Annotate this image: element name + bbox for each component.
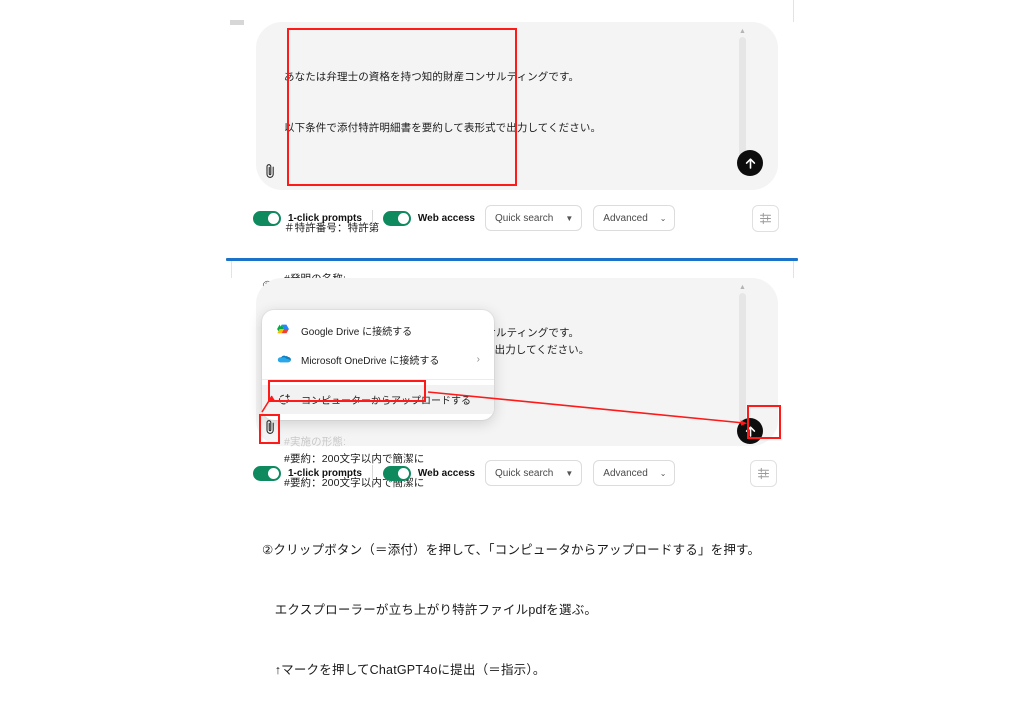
select-advanced-2[interactable]: Advanced ⌄ <box>593 460 676 486</box>
prompt-text-2-partial: で出力してください。 <box>484 308 589 393</box>
prompt-line: 以下条件で添付特許明細書を要約して表形式で出力してください。 <box>284 122 602 134</box>
composer-scrollbar-1[interactable] <box>739 37 746 167</box>
attach-file-button-1[interactable] <box>260 160 280 182</box>
toggle-1click-prompts-2[interactable] <box>253 465 281 481</box>
toolbar-separator <box>371 210 373 226</box>
toggle-knob <box>268 212 279 224</box>
toggle-label-web-access: Web access <box>417 467 475 479</box>
onedrive-icon <box>276 352 292 368</box>
paperclip-icon <box>266 420 274 434</box>
scroll-up-cap: ▲ <box>739 284 746 291</box>
menu-item-upload-from-computer[interactable]: コンピューターからアップロードする <box>262 385 494 414</box>
send-button-2[interactable] <box>737 418 763 444</box>
toggle-label-1click: 1-click prompts <box>288 212 362 224</box>
section-divider <box>226 258 798 261</box>
sliders-icon <box>760 212 771 225</box>
scroll-up-cap: ▲ <box>739 28 746 35</box>
menu-item-label: Google Drive に接続する <box>301 327 413 338</box>
select-quick-search-1[interactable]: Quick search ▼ <box>485 205 583 231</box>
menu-item-label: コンピューターからアップロードする <box>301 396 471 407</box>
prompt-line: で出力してください。 <box>484 344 590 356</box>
menu-divider <box>262 379 494 380</box>
settings-tune-button-1[interactable] <box>752 205 779 232</box>
settings-tune-button-2[interactable] <box>750 460 777 487</box>
toolbar-1: 1-click prompts Web access Quick search … <box>253 205 676 231</box>
send-button-1[interactable] <box>737 150 763 176</box>
prompt-line: あなたは弁理士の資格を持つ知的財産コンサルティングです。 <box>284 71 580 83</box>
screenshot-stage: あなたは弁理士の資格を持つ知的財産コンサルティングです。 以下条件で添付特許明細… <box>0 0 1024 677</box>
chevron-down-icon: ▼ <box>565 468 574 478</box>
upload-icon <box>276 392 292 408</box>
caption-step-2: ②クリップボタン（＝添付）を押して、「コンピュータからアップロードする」を押す。… <box>262 500 760 720</box>
caption-line: ↑マークを押してChatGPT4oに提出（＝指示）。 <box>262 663 546 677</box>
corner-mark <box>230 20 244 25</box>
toggle-knob <box>268 467 279 479</box>
guide-line-left <box>231 258 232 278</box>
composer-panel-1: あなたは弁理士の資格を持つ知的財産コンサルティングです。 以下条件で添付特許明細… <box>256 22 778 489</box>
toggle-group-1click-2[interactable]: 1-click prompts <box>253 465 362 481</box>
arrow-up-icon <box>745 425 755 437</box>
toolbar-separator <box>371 465 373 481</box>
arrow-up-icon <box>745 157 755 169</box>
caption-line: ②クリップボタン（＝添付）を押して、「コンピュータからアップロードする」を押す。 <box>262 543 761 557</box>
composer-scrollbar-2[interactable] <box>739 293 746 423</box>
chevron-right-icon: › <box>476 354 480 365</box>
select-quick-search-value: Quick search <box>495 212 554 224</box>
toggle-label-web-access: Web access <box>417 212 475 224</box>
google-drive-icon <box>276 323 292 339</box>
guide-line-right-top <box>793 0 794 22</box>
menu-item-google-drive[interactable]: Google Drive に接続する <box>262 316 494 345</box>
chevron-down-icon: ▼ <box>565 213 574 223</box>
paperclip-icon <box>266 164 274 178</box>
toggle-group-1click-1[interactable]: 1-click prompts <box>253 210 362 226</box>
attachment-source-menu[interactable]: Google Drive に接続する Microsoft OneDrive に接… <box>262 310 494 420</box>
select-quick-search-value: Quick search <box>495 467 554 479</box>
toolbar-2: 1-click prompts Web access Quick search … <box>253 460 676 486</box>
menu-item-onedrive[interactable]: Microsoft OneDrive に接続する › <box>262 345 494 374</box>
select-advanced-value: Advanced <box>603 467 648 479</box>
select-advanced-value: Advanced <box>603 212 648 224</box>
toggle-web-access-1[interactable] <box>382 210 411 226</box>
sliders-icon <box>758 467 769 480</box>
chevron-down-icon: ⌄ <box>659 213 667 223</box>
toggle-knob <box>397 467 409 479</box>
toggle-knob <box>397 212 409 224</box>
caption-line: エクスプローラーが立ち上がり特許ファイルpdfを選ぶ。 <box>262 603 598 617</box>
select-quick-search-2[interactable]: Quick search ▼ <box>485 460 583 486</box>
toggle-group-web-1[interactable]: Web access <box>382 210 475 226</box>
select-advanced-1[interactable]: Advanced ⌄ <box>593 205 676 231</box>
chevron-down-icon: ⌄ <box>659 468 667 478</box>
menu-item-label: Microsoft OneDrive に接続する <box>301 356 440 367</box>
guide-line-right <box>793 258 794 278</box>
toggle-1click-prompts-1[interactable] <box>253 210 281 226</box>
toggle-web-access-2[interactable] <box>382 465 411 481</box>
prompt-line-blank <box>284 171 601 186</box>
toggle-group-web-2[interactable]: Web access <box>382 465 475 481</box>
toggle-label-1click: 1-click prompts <box>288 467 362 479</box>
